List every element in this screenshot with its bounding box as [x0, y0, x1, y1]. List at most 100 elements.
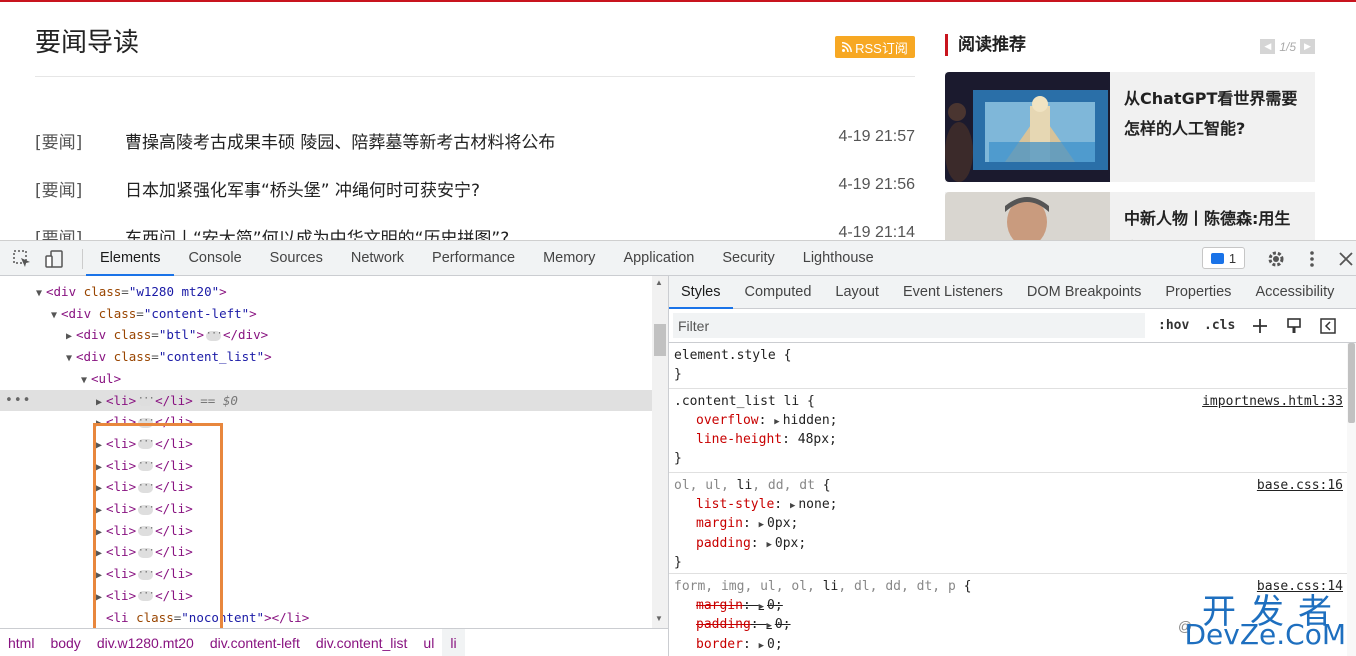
property-value[interactable]: 0;	[767, 637, 783, 652]
rule-selector[interactable]: ol, ul, li, dd, dt {	[674, 477, 1347, 496]
breadcrumb-item[interactable]: body	[42, 629, 88, 656]
expand-triangle-icon[interactable]: ▼	[36, 283, 46, 305]
tab-layout[interactable]: Layout	[823, 276, 891, 309]
expand-triangle-icon[interactable]: ▼	[51, 305, 61, 327]
expand-triangle-icon[interactable]: ▼	[81, 370, 91, 392]
ellipsis-icon[interactable]: ···	[205, 329, 222, 341]
hov-toggle[interactable]: :hov	[1158, 318, 1189, 333]
toggle-sidebar-icon[interactable]	[1319, 317, 1337, 335]
rule-selector[interactable]: element.style {	[674, 347, 1347, 366]
property-name[interactable]: margin	[696, 516, 743, 531]
tab-event-listeners[interactable]: Event Listeners	[891, 276, 1015, 309]
dom-node-selected[interactable]: ••• ▶ <li> ···</li> == $0	[0, 389, 652, 414]
property-value[interactable]: 48px;	[798, 432, 837, 447]
breadcrumb-item[interactable]: html	[0, 629, 42, 656]
tab-console[interactable]: Console	[174, 241, 255, 276]
collapse-triangle-icon[interactable]: ▶	[66, 326, 76, 348]
card-image[interactable]	[945, 192, 1110, 240]
dom-node[interactable]: ▼ <ul>	[0, 368, 652, 390]
expand-triangle-icon[interactable]: ▶	[766, 621, 771, 631]
dom-node[interactable]: ▼ <div class="content-left">	[0, 303, 652, 325]
dom-scrollbar[interactable]: ▲ ▼	[652, 276, 668, 628]
gear-icon[interactable]	[1266, 249, 1286, 269]
breadcrumb-item[interactable]: div.w1280.mt20	[89, 629, 202, 656]
expand-triangle-icon[interactable]: ▶	[766, 540, 771, 550]
dom-tree[interactable]: ▼ <div class="w1280 mt20"> ▼ <div class="c…	[0, 276, 668, 628]
tab-security[interactable]: Security	[708, 241, 788, 276]
property-value[interactable]: 0px;	[775, 536, 806, 551]
expand-triangle-icon[interactable]: ▶	[774, 417, 779, 427]
declaration[interactable]: line-height: 48px;	[674, 431, 1347, 450]
scroll-down-icon[interactable]: ▼	[655, 614, 663, 623]
declaration[interactable]: list-style: ▶ none;	[674, 496, 1347, 516]
breadcrumb-item[interactable]: div.content_list	[308, 629, 416, 656]
declaration[interactable]: padding: ▶ 0px;	[674, 535, 1347, 555]
tab-accessibility[interactable]: Accessibility	[1243, 276, 1346, 309]
breadcrumb-item[interactable]: ul	[415, 629, 442, 656]
prev-arrow-icon[interactable]: ◀	[1260, 39, 1276, 54]
card-title[interactable]: 中新人物丨陈德森:用生命热爱电影 想拍作印	[1124, 204, 1304, 240]
news-item[interactable]: [要闻] 东西问丨“安大简”何以成为中华文明的“历史拼图”? 4-19 21:1…	[35, 224, 915, 240]
tab-memory[interactable]: Memory	[529, 241, 609, 276]
tab-application[interactable]: Application	[609, 241, 708, 276]
next-arrow-icon[interactable]: ▶	[1300, 39, 1315, 54]
style-rule[interactable]: importnews.html:33 .content_list li { ov…	[669, 389, 1347, 473]
tab-performance[interactable]: Performance	[418, 241, 529, 276]
more-actions-icon[interactable]: •••	[5, 390, 31, 412]
recommend-card[interactable]: 中新人物丨陈德森:用生命热爱电影 想拍作印	[945, 192, 1315, 240]
inspect-element-icon[interactable]	[12, 249, 32, 269]
scrollbar-thumb[interactable]	[654, 324, 666, 356]
tab-elements[interactable]: Elements	[86, 241, 175, 276]
property-name[interactable]: line-height	[696, 432, 782, 447]
tab-lighthouse[interactable]: Lighthouse	[789, 241, 888, 276]
source-link[interactable]: base.css:16	[1257, 477, 1343, 496]
expand-triangle-icon[interactable]: ▶	[759, 520, 764, 530]
news-headline-link[interactable]: 曹操高陵考古成果丰硕 陵园、陪葬墓等新考古材料将公布	[125, 128, 555, 153]
property-value[interactable]: hidden;	[783, 413, 838, 428]
tab-sources[interactable]: Sources	[256, 241, 337, 276]
property-value[interactable]: 0;	[775, 617, 791, 632]
property-value[interactable]: 0px;	[767, 516, 798, 531]
expand-triangle-icon[interactable]: ▶	[759, 641, 764, 651]
property-name[interactable]: padding	[696, 617, 751, 632]
paint-brush-icon[interactable]	[1285, 317, 1303, 335]
card-image[interactable]	[945, 72, 1110, 182]
scroll-up-icon[interactable]: ▲	[655, 278, 663, 287]
property-value[interactable]: none;	[798, 497, 837, 512]
issues-button[interactable]: 1	[1202, 247, 1245, 269]
expand-triangle-icon[interactable]: ▶	[759, 602, 764, 612]
declaration[interactable]: margin: ▶ 0px;	[674, 515, 1347, 535]
property-name[interactable]: overflow	[696, 413, 759, 428]
style-rule[interactable]: element.style { }	[669, 343, 1347, 389]
dom-node[interactable]: ▶ <div class="btl"> ···</div>	[0, 324, 652, 346]
recommend-card[interactable]: 从ChatGPT看世界需要怎样的人工智能?	[945, 72, 1315, 182]
property-name[interactable]: margin	[696, 598, 743, 613]
news-item[interactable]: [要闻] 日本加紧强化军事“桥头堡” 冲绳何时可获安宁? 4-19 21:56	[35, 176, 915, 201]
new-rule-plus-icon[interactable]	[1251, 317, 1269, 335]
device-toolbar-icon[interactable]	[44, 249, 64, 269]
tab-computed[interactable]: Computed	[733, 276, 824, 309]
expand-triangle-icon[interactable]: ▶	[790, 501, 795, 511]
property-name[interactable]: list-style	[696, 497, 774, 512]
breadcrumb-item[interactable]: div.content-left	[202, 629, 308, 656]
card-title[interactable]: 从ChatGPT看世界需要怎样的人工智能?	[1124, 84, 1304, 144]
declaration[interactable]: overflow: ▶ hidden;	[674, 412, 1347, 432]
breadcrumb-item-active[interactable]: li	[442, 628, 465, 656]
tab-styles[interactable]: Styles	[669, 276, 733, 309]
source-link[interactable]: importnews.html:33	[1202, 393, 1343, 412]
style-rule[interactable]: base.css:16 ol, ul, li, dd, dt { list-st…	[669, 473, 1347, 574]
dom-node[interactable]: ▼ <div class="w1280 mt20">	[0, 281, 652, 303]
property-name[interactable]: border	[696, 637, 743, 652]
news-headline-link[interactable]: 东西问丨“安大简”何以成为中华文明的“历史拼图”?	[125, 224, 509, 240]
dom-node[interactable]: ▼ <div class="content_list">	[0, 346, 652, 368]
property-name[interactable]: padding	[696, 536, 751, 551]
cls-toggle[interactable]: .cls	[1204, 318, 1235, 333]
collapse-triangle-icon[interactable]: ▶	[96, 392, 106, 414]
tab-properties[interactable]: Properties	[1153, 276, 1243, 309]
news-item[interactable]: [要闻] 曹操高陵考古成果丰硕 陵园、陪葬墓等新考古材料将公布 4-19 21:…	[35, 128, 915, 153]
tab-dom-breakpoints[interactable]: DOM Breakpoints	[1015, 276, 1153, 309]
more-options-icon[interactable]	[1302, 249, 1322, 269]
expand-triangle-icon[interactable]: ▼	[66, 348, 76, 370]
scrollbar-thumb[interactable]	[1348, 343, 1355, 423]
news-headline-link[interactable]: 日本加紧强化军事“桥头堡” 冲绳何时可获安宁?	[125, 176, 480, 201]
